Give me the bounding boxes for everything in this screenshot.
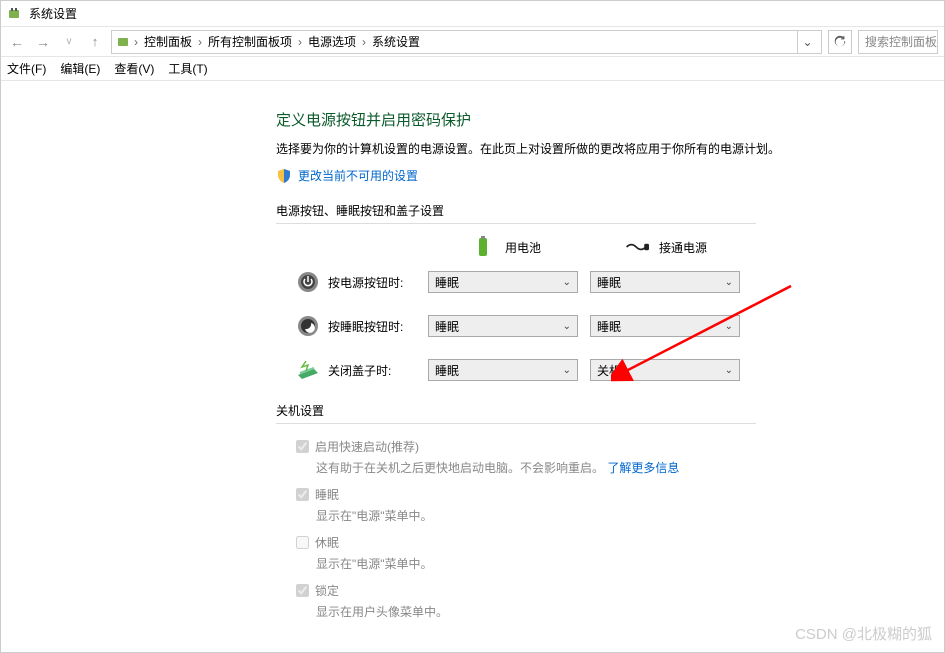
section2-title: 关机设置	[276, 402, 876, 419]
section1-title: 电源按钮、睡眠按钮和盖子设置	[276, 202, 876, 219]
fast-startup-desc: 这有助于在关机之后更快地启动电脑。不会影响重启。 了解更多信息	[316, 459, 876, 476]
sleep-button-plugged-select[interactable]: 睡眠⌄	[590, 315, 740, 337]
sleep-checkbox[interactable]	[296, 488, 309, 501]
main-content: 定义电源按钮并启用密码保护 选择要为你的计算机设置的电源设置。在此页上对设置所做…	[1, 81, 944, 620]
search-placeholder: 搜索控制面板	[865, 33, 937, 50]
sleep-button-icon	[296, 314, 320, 338]
menu-tools[interactable]: 工具(T)	[168, 60, 207, 77]
window-title: 系统设置	[29, 5, 77, 22]
watermark: CSDN @北极糊的狐	[795, 623, 932, 644]
breadcrumb-item[interactable]: 电源选项	[304, 33, 360, 50]
hibernate-desc: 显示在"电源"菜单中。	[316, 555, 876, 572]
lid-close-plugged-select[interactable]: 关机⌄	[590, 359, 740, 381]
fast-startup-label: 启用快速启动(推荐)	[315, 438, 419, 455]
chevron-down-icon: ⌄	[725, 277, 733, 288]
sleep-button-battery-select[interactable]: 睡眠⌄	[428, 315, 578, 337]
plug-icon	[625, 238, 649, 256]
power-button-battery-select[interactable]: 睡眠⌄	[428, 271, 578, 293]
row-label: 按睡眠按钮时:	[328, 318, 428, 335]
breadcrumb-item[interactable]: 所有控制面板项	[204, 33, 296, 50]
refresh-button[interactable]	[828, 30, 852, 54]
hibernate-label: 休眠	[315, 534, 339, 551]
refresh-icon	[833, 35, 847, 49]
chevron-down-icon: ⌄	[563, 365, 571, 376]
nav-back-button[interactable]: ←	[7, 34, 27, 50]
row-label: 关闭盖子时:	[328, 362, 428, 379]
chevron-right-icon: ›	[362, 35, 366, 49]
fast-startup-checkbox-row: 启用快速启动(推荐)	[296, 438, 876, 455]
admin-link[interactable]: 更改当前不可用的设置	[298, 167, 418, 184]
col-plugged-label: 接通电源	[659, 239, 707, 256]
sleep-desc: 显示在"电源"菜单中。	[316, 507, 876, 524]
power-button-icon	[296, 270, 320, 294]
sleep-checkbox-row: 睡眠	[296, 486, 876, 503]
row-label: 按电源按钮时:	[328, 274, 428, 291]
chevron-right-icon: ›	[298, 35, 302, 49]
menu-view[interactable]: 查看(V)	[114, 60, 154, 77]
sleep-button-row: 按睡眠按钮时: 睡眠⌄ 睡眠⌄	[276, 314, 876, 338]
menu-file[interactable]: 文件(F)	[7, 60, 46, 77]
learn-more-link[interactable]: 了解更多信息	[607, 461, 679, 475]
nav-up-button[interactable]: ↑	[85, 34, 105, 49]
hibernate-checkbox-row: 休眠	[296, 534, 876, 551]
col-battery-label: 用电池	[505, 239, 541, 256]
breadcrumb[interactable]: › 控制面板 › 所有控制面板项 › 电源选项 › 系统设置 ⌄	[111, 30, 822, 54]
lock-label: 锁定	[315, 582, 339, 599]
lock-desc: 显示在用户头像菜单中。	[316, 603, 876, 620]
chevron-right-icon: ›	[134, 35, 138, 49]
breadcrumb-item[interactable]: 系统设置	[368, 33, 424, 50]
title-bar: 系统设置	[1, 1, 944, 27]
admin-link-row[interactable]: 更改当前不可用的设置	[276, 167, 944, 184]
breadcrumb-dropdown-button[interactable]: ⌄	[797, 31, 817, 53]
breadcrumb-icon	[116, 34, 132, 50]
nav-history-button[interactable]: v	[59, 36, 79, 47]
battery-icon	[471, 238, 495, 256]
chevron-down-icon: ⌄	[725, 321, 733, 332]
lid-close-row: 关闭盖子时: 睡眠⌄ 关机⌄	[276, 358, 876, 382]
hibernate-checkbox[interactable]	[296, 536, 309, 549]
divider	[276, 423, 756, 424]
chevron-down-icon: ⌄	[563, 277, 571, 288]
column-header-row: 用电池 接通电源	[426, 238, 876, 256]
power-button-plugged-select[interactable]: 睡眠⌄	[590, 271, 740, 293]
power-button-row: 按电源按钮时: 睡眠⌄ 睡眠⌄	[276, 270, 876, 294]
sleep-label: 睡眠	[315, 486, 339, 503]
shield-icon	[276, 168, 292, 184]
page-heading: 定义电源按钮并启用密码保护	[276, 109, 944, 130]
lid-close-icon	[296, 358, 320, 382]
search-input[interactable]: 搜索控制面板	[858, 30, 938, 54]
nav-row: ← → v ↑ › 控制面板 › 所有控制面板项 › 电源选项 › 系统设置 ⌄…	[1, 27, 944, 57]
lock-checkbox-row: 锁定	[296, 582, 876, 599]
menu-bar: 文件(F) 编辑(E) 查看(V) 工具(T)	[1, 57, 944, 81]
menu-edit[interactable]: 编辑(E)	[60, 60, 100, 77]
chevron-down-icon: ⌄	[725, 365, 733, 376]
nav-forward-button[interactable]: →	[33, 34, 53, 50]
breadcrumb-item[interactable]: 控制面板	[140, 33, 196, 50]
lid-close-battery-select[interactable]: 睡眠⌄	[428, 359, 578, 381]
divider	[276, 223, 756, 224]
lock-checkbox[interactable]	[296, 584, 309, 597]
page-description: 选择要为你的计算机设置的电源设置。在此页上对设置所做的更改将应用于你所有的电源计…	[276, 140, 944, 157]
fast-startup-checkbox[interactable]	[296, 440, 309, 453]
chevron-down-icon: ⌄	[563, 321, 571, 332]
app-icon	[7, 6, 23, 22]
chevron-right-icon: ›	[198, 35, 202, 49]
